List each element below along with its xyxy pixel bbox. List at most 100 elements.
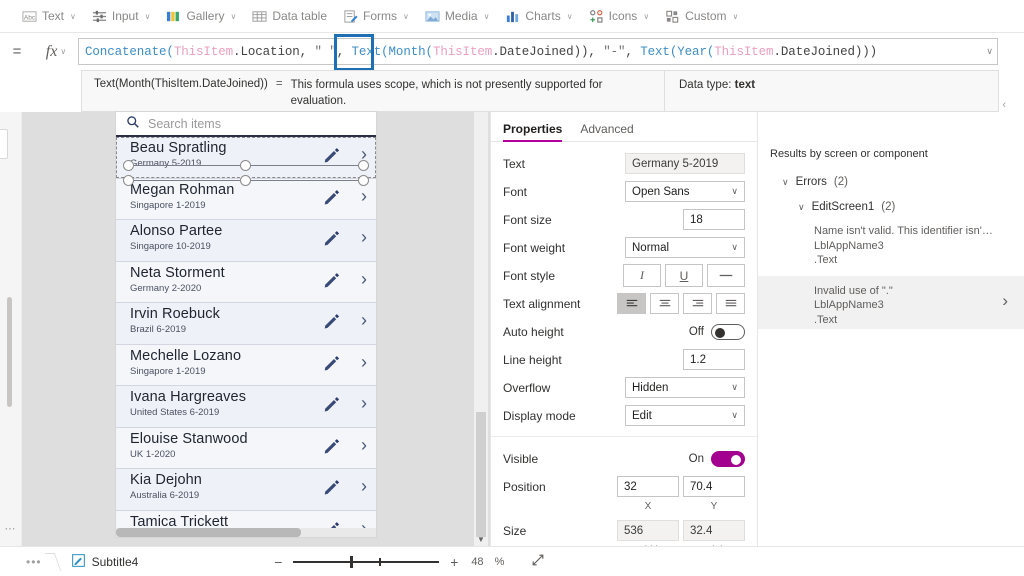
size-height-input[interactable]: 32.4 [683, 520, 745, 541]
chevron-right-icon[interactable]: › [361, 353, 367, 371]
chevron-down-icon: ∨ [144, 11, 151, 21]
property-label: Text alignment [503, 296, 581, 311]
position-x-input[interactable]: 32 [617, 476, 679, 497]
error-message: Name isn't valid. This identifier isn'… [814, 225, 993, 237]
italic-button[interactable]: I [623, 264, 661, 287]
selected-control-chip[interactable]: Subtitle4 [71, 553, 138, 570]
error-list-item[interactable]: Name isn't valid. This identifier isn'… … [758, 213, 1024, 268]
gallery-item[interactable]: Megan Rohman Singapore 1-2019 › [116, 178, 376, 220]
align-justify-button[interactable] [716, 293, 745, 314]
gallery-item[interactable]: Kia Dejohn Australia 6-2019 › [116, 469, 376, 511]
display-mode-select[interactable]: Edit ∨ [625, 405, 745, 426]
status-bar: ••• Subtitle4 − + 48 % [0, 546, 1024, 576]
chevron-right-icon[interactable]: › [361, 394, 367, 412]
edit-pencil-icon[interactable] [323, 479, 340, 496]
zoom-slider-notch [379, 557, 382, 566]
line-height-input[interactable]: 1.2 [683, 349, 745, 370]
chevron-right-icon[interactable]: › [361, 436, 367, 454]
gallery-item[interactable]: Alonso Partee Singapore 10-2019 › [116, 220, 376, 262]
overflow-select[interactable]: Hidden ∨ [625, 377, 745, 398]
chevron-down-icon: ∨ [731, 186, 738, 196]
toolbar-item-input[interactable]: Input ∨ [84, 2, 159, 30]
gallery-item[interactable]: Beau Spratling Germany 5-2019 › [116, 137, 376, 179]
fx-button[interactable]: fx ∨ [34, 33, 78, 70]
zoom-slider-thumb[interactable] [350, 555, 354, 568]
edit-pencil-icon[interactable] [323, 396, 340, 413]
edit-pencil-icon[interactable] [323, 438, 340, 455]
chevron-right-icon[interactable]: › [1002, 290, 1008, 312]
align-left-button[interactable] [617, 293, 646, 314]
edit-pencil-icon[interactable] [323, 313, 340, 330]
formula-input[interactable]: Concatenate(ThisItem.Location, " ", Text… [78, 34, 998, 71]
gallery-item[interactable]: Irvin Roebuck Brazil 6-2019 › [116, 303, 376, 345]
zoom-out-button[interactable]: − [272, 554, 284, 570]
insert-toolbar: Abc Text ∨ Input ∨ Gallery ∨ Data table [0, 0, 1024, 33]
scroll-down-arrow-icon[interactable]: ▼ [474, 535, 488, 544]
formula-token: ThisItem [173, 44, 234, 59]
toolbar-item-custom[interactable]: Custom ∨ [657, 2, 746, 30]
tab-advanced[interactable]: Advanced [580, 122, 633, 141]
formula-expand-icon[interactable]: ∨ [982, 46, 993, 57]
chevron-right-icon[interactable]: › [361, 311, 367, 329]
underline-button[interactable]: U [665, 264, 703, 287]
left-rail-scrollbar[interactable] [7, 297, 12, 407]
property-row-text: Text Germany 5-2019 [503, 150, 745, 177]
chevron-right-icon[interactable]: › [361, 228, 367, 246]
error-property-name: .Text [814, 254, 838, 267]
status-overflow-icon[interactable]: ••• [26, 555, 42, 569]
gallery-item[interactable]: Neta Storment Germany 2-2020 › [116, 261, 376, 303]
chevron-right-icon[interactable]: › [361, 270, 367, 288]
zoom-slider[interactable] [293, 555, 440, 569]
rail-overflow-icon[interactable]: ⋯ [2, 524, 18, 538]
canvas-vertical-scrollbar[interactable]: ▼ [474, 112, 488, 546]
visible-toggle[interactable] [711, 450, 745, 467]
edit-pencil-icon[interactable] [323, 272, 340, 289]
chevron-right-icon[interactable]: › [361, 477, 367, 495]
align-right-button[interactable] [683, 293, 712, 314]
toolbar-item-media[interactable]: Media ∨ [417, 2, 498, 30]
toolbar-item-gallery[interactable]: Gallery ∨ [158, 2, 244, 30]
canvas-horizontal-scrollbar[interactable] [116, 528, 376, 537]
toolbar-item-text[interactable]: Abc Text ∨ [14, 2, 84, 30]
toolbar-item-charts[interactable]: Charts ∨ [497, 2, 580, 30]
font-weight-select[interactable]: Normal ∨ [625, 237, 745, 258]
gallery-item[interactable]: Ivana Hargreaves United States 6-2019 › [116, 386, 376, 428]
formula-token: Month( [388, 44, 434, 59]
power-apps-studio: Abc Text ∨ Input ∨ Gallery ∨ Data table [0, 0, 1024, 576]
edit-pencil-icon[interactable] [323, 147, 340, 164]
toolbar-item-data-table[interactable]: Data table [244, 2, 335, 30]
align-center-button[interactable] [650, 293, 679, 314]
position-y-input[interactable]: 70.4 [683, 476, 745, 497]
text-value-field[interactable]: Germany 5-2019 [625, 153, 745, 174]
gallery-item[interactable]: Mechelle Lozano Singapore 1-2019 › [116, 344, 376, 386]
app-canvas-screen[interactable]: Search items Beau Spratling Germany 5-201… [116, 112, 376, 537]
property-row-text-alignment: Text alignment [503, 290, 745, 317]
results-overflow-icon[interactable]: ‹ [1002, 99, 1006, 111]
gallery-item[interactable]: Elouise Stanwood UK 1-2020 › [116, 427, 376, 469]
toolbar-item-forms[interactable]: Forms ∨ [335, 2, 417, 30]
font-size-input[interactable]: 18 [683, 209, 745, 230]
gallery-search-bar[interactable]: Search items [116, 112, 376, 137]
tab-properties[interactable]: Properties [503, 122, 563, 142]
error-list-item-selected[interactable]: Invalid use of "." LblAppName3 .Text › [758, 275, 1024, 329]
equals-sign: = [275, 78, 283, 90]
auto-height-toggle[interactable] [711, 323, 745, 340]
edit-pencil-icon[interactable] [323, 355, 340, 372]
fit-to-screen-icon[interactable] [531, 553, 545, 570]
font-select[interactable]: Open Sans ∨ [625, 181, 745, 202]
edit-pencil-icon[interactable] [323, 230, 340, 247]
edit-pencil-icon[interactable] [323, 189, 340, 206]
results-node-editscreen1[interactable]: ∨ EditScreen1 (2) [758, 188, 1024, 213]
bar-chart-icon [505, 9, 520, 24]
rail-thumbnail[interactable] [0, 129, 8, 159]
strikethrough-button[interactable] [707, 264, 745, 287]
size-width-input[interactable]: 536 [617, 520, 679, 541]
toolbar-item-icons[interactable]: Icons ∨ [581, 2, 658, 30]
property-selector-button[interactable]: = [0, 33, 34, 70]
zoom-in-button[interactable]: + [448, 554, 460, 570]
chevron-right-icon[interactable]: › [361, 187, 367, 205]
chevron-down-icon: ∨ [782, 176, 789, 187]
chevron-right-icon[interactable]: › [361, 145, 367, 163]
image-icon [425, 9, 440, 24]
results-node-errors[interactable]: ∨ Errors (2) [758, 160, 1024, 188]
